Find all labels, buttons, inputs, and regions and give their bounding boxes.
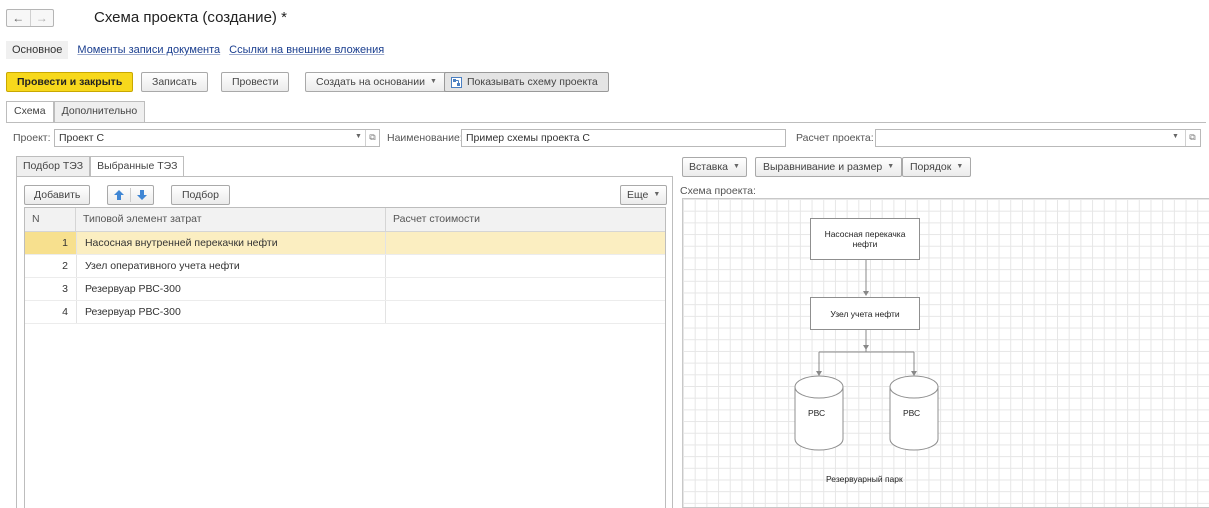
tank-park-label: Резервуарный парк [826,474,903,484]
calc-field[interactable] [875,129,1201,147]
tab-pick-tez[interactable]: Подбор ТЭЗ [16,156,91,176]
post-and-close-button[interactable]: Провести и закрыть [6,72,134,92]
tez-table: N Типовой элемент затрат Расчет стоимост… [24,207,666,508]
align-size-button[interactable]: Выравнивание и размер ▼ [755,157,903,177]
col-n[interactable]: N [25,208,76,231]
more-button[interactable]: Еще ▼ [620,185,668,205]
show-scheme-label: Показывать схему проекта [467,76,598,88]
back-arrow-icon[interactable]: ← [7,10,30,26]
order-label: Порядок [910,161,952,173]
top-links: Основное Моменты записи документа Ссылки… [6,40,384,60]
row-calc [385,255,665,277]
row-element: Узел оперативного учета нефти [75,255,386,277]
tank-1[interactable]: РВС [794,375,844,453]
node-pump-station[interactable]: Насосная перекачка нефти [810,218,920,260]
arrow-down-icon[interactable] [136,189,148,201]
project-field[interactable]: Проект С [54,129,380,147]
row-n: 3 [62,283,68,295]
row-n: 4 [62,306,68,318]
forward-arrow-icon[interactable]: → [29,10,54,26]
chevron-down-icon: ▼ [429,78,437,85]
calc-open-icon[interactable]: ⧉ [1185,130,1199,146]
project-dropdown-icon[interactable]: ▼ [355,133,362,140]
add-button[interactable]: Добавить [24,185,91,205]
nav-arrows: ← → [6,9,54,27]
chevron-down-icon: ▼ [733,163,740,170]
col-calc[interactable]: Расчет стоимости [386,208,665,231]
window-title: Схема проекта (создание) * [94,9,287,26]
create-basis-label: Создать на основании [316,76,425,88]
name-field[interactable]: Пример схемы проекта С [461,129,786,147]
row-element: Насосная внутренней перекачки нефти [75,232,386,254]
row-n: 2 [62,260,68,272]
table-row[interactable]: 4 Резервуар РВС-300 [25,301,665,324]
left-tabs: Подбор ТЭЗ Выбранные ТЭЗ [16,156,185,177]
project-value: Проект С [59,132,105,144]
post-button[interactable]: Провести [221,72,290,92]
tank-1-label: РВС [808,408,826,418]
tank-2-label: РВС [903,408,921,418]
row-n: 1 [25,232,76,254]
pick-button[interactable]: Подбор [171,185,230,205]
table-row[interactable]: 2 Узел оперативного учета нефти [25,255,665,278]
row-calc [385,232,665,254]
insert-button[interactable]: Вставка ▼ [682,157,747,177]
project-label: Проект: [13,132,51,144]
insert-label: Вставка [689,161,729,173]
row-element: Резервуар РВС-300 [75,301,386,323]
tab-selected-tez[interactable]: Выбранные ТЭЗ [90,156,185,177]
save-button[interactable]: Записать [141,72,208,92]
order-button[interactable]: Порядок ▼ [902,157,972,177]
tab-divider [6,122,1206,123]
table-row[interactable]: 1 Насосная внутренней перекачки нефти [25,232,665,255]
node-pump-station-label: Насосная перекачка нефти [824,229,906,249]
scheme-icon [451,76,462,88]
scheme-label: Схема проекта: [680,185,756,197]
arrow-up-icon[interactable] [113,189,125,201]
main-tabs: Схема Дополнительно [6,101,146,123]
scheme-canvas[interactable]: Насосная перекачка нефти Узел учета нефт… [682,198,1209,508]
chevron-down-icon: ▼ [956,163,964,170]
row-calc [385,278,665,300]
show-scheme-button[interactable]: Показывать схему проекта [444,72,609,92]
create-basis-button[interactable]: Создать на основании ▼ [305,72,448,92]
align-size-label: Выравнивание и размер [763,161,883,173]
link-main[interactable]: Основное [6,41,69,59]
row-calc [385,301,665,323]
node-metering-unit[interactable]: Узел учета нефти [810,297,920,330]
tank-2[interactable]: РВС [889,375,939,453]
link-external-attachments[interactable]: Ссылки на внешние вложения [229,44,384,56]
col-element[interactable]: Типовой элемент затрат [76,208,386,231]
more-label: Еще [627,189,649,201]
tab-scheme[interactable]: Схема [6,101,54,123]
name-label: Наименование: [387,132,463,144]
project-open-icon[interactable]: ⧉ [365,130,379,146]
table-header: N Типовой элемент затрат Расчет стоимост… [25,208,665,232]
calc-dropdown-icon[interactable]: ▼ [1172,133,1179,140]
row-element: Резервуар РВС-300 [75,278,386,300]
scheme-connectors [816,260,917,376]
link-moments[interactable]: Моменты записи документа [77,44,220,56]
move-buttons [107,185,154,205]
name-value: Пример схемы проекта С [466,132,590,144]
chevron-down-icon: ▼ [653,191,661,198]
calc-label: Расчет проекта: [796,132,874,144]
tab-additional[interactable]: Дополнительно [53,101,146,122]
chevron-down-icon: ▼ [887,163,895,170]
table-row[interactable]: 3 Резервуар РВС-300 [25,278,665,301]
node-metering-unit-label: Узел учета нефти [830,308,900,319]
